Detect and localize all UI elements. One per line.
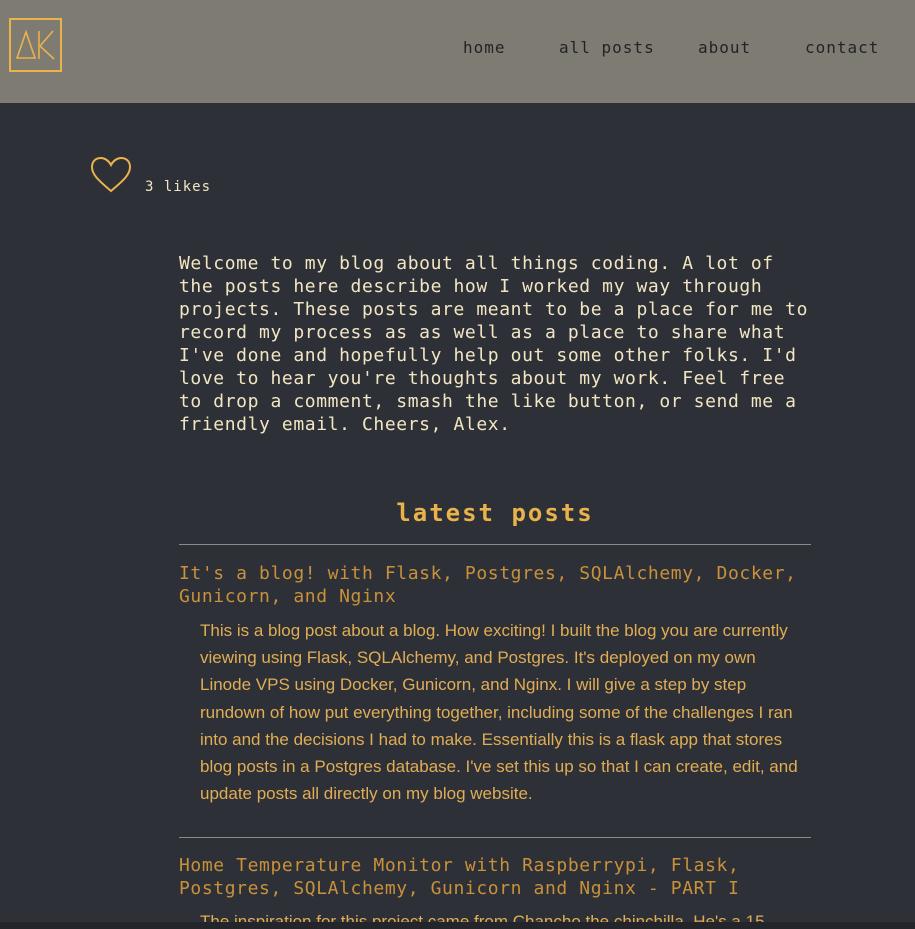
page-bottom-edge xyxy=(0,922,915,929)
heart-icon[interactable] xyxy=(90,156,132,194)
logo-monogram-icon xyxy=(15,29,55,60)
site-header: home all posts about contact xyxy=(0,0,915,103)
nav-about-link[interactable]: about xyxy=(698,38,751,57)
nav-contact-link[interactable]: contact xyxy=(805,38,879,57)
likes-count: 3 likes xyxy=(145,179,212,195)
post-divider xyxy=(179,837,811,838)
intro-paragraph: Welcome to my blog about all things codi… xyxy=(179,253,809,435)
post-excerpt: This is a blog post about a blog. How ex… xyxy=(200,621,798,804)
nav-all-posts-link[interactable]: all posts xyxy=(559,38,655,57)
post-title-link[interactable]: Home Temperature Monitor with Raspberryp… xyxy=(179,854,819,900)
post-title-link[interactable]: It's a blog! with Flask, Postgres, SQLAl… xyxy=(179,562,819,608)
section-divider xyxy=(179,544,811,545)
site-logo[interactable] xyxy=(9,18,62,72)
latest-posts-heading: latest posts xyxy=(396,499,594,527)
nav-home-link[interactable]: home xyxy=(463,38,506,57)
